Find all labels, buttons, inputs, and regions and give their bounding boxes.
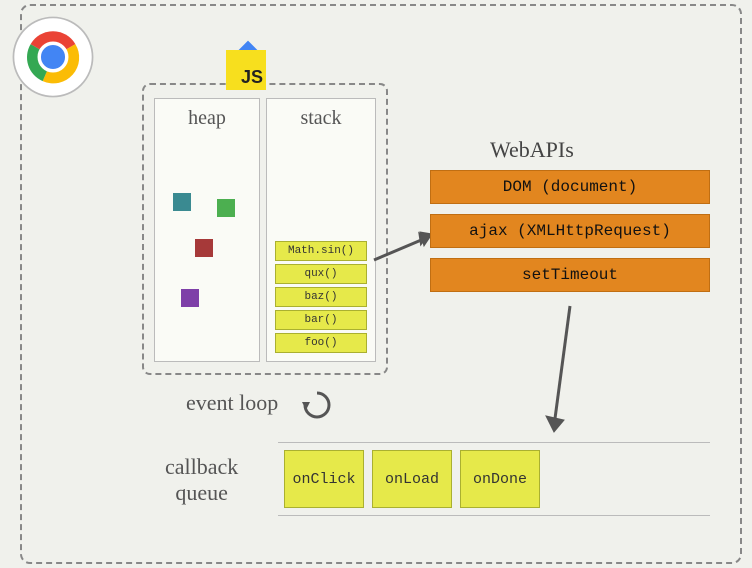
event-loop-label: event loop <box>186 390 278 416</box>
stack-items: Math.sin() qux() baz() bar() foo() <box>275 241 367 353</box>
webapi-item: ajax (XMLHttpRequest) <box>430 214 710 248</box>
stack-frame: Math.sin() <box>275 241 367 261</box>
heap-object <box>195 239 213 257</box>
heap-object <box>181 289 199 307</box>
heap-title: heap <box>155 99 259 130</box>
webapi-item: setTimeout <box>430 258 710 292</box>
chrome-logo-icon <box>10 14 96 100</box>
stack-frame: bar() <box>275 310 367 330</box>
callback-queue-box: onClickonLoadonDone <box>278 442 710 516</box>
callback-item: onLoad <box>372 450 452 508</box>
heap-object <box>217 199 235 217</box>
stack-title: stack <box>267 99 375 130</box>
stack-frame: qux() <box>275 264 367 284</box>
arrow-webapi-to-queue <box>540 302 600 442</box>
webapis-title: WebAPIs <box>490 137 574 163</box>
callback-item: onDone <box>460 450 540 508</box>
heap-box: heap <box>154 98 260 362</box>
stack-frame: foo() <box>275 333 367 353</box>
stack-box: stack Math.sin() qux() baz() bar() foo() <box>266 98 376 362</box>
js-badge: JS <box>226 50 266 90</box>
callback-item: onClick <box>284 450 364 508</box>
webapi-item: DOM (document) <box>430 170 710 204</box>
callback-queue-label: callbackqueue <box>165 454 238 507</box>
event-loop-icon <box>300 388 334 422</box>
heap-object <box>173 193 191 211</box>
stack-frame: baz() <box>275 287 367 307</box>
